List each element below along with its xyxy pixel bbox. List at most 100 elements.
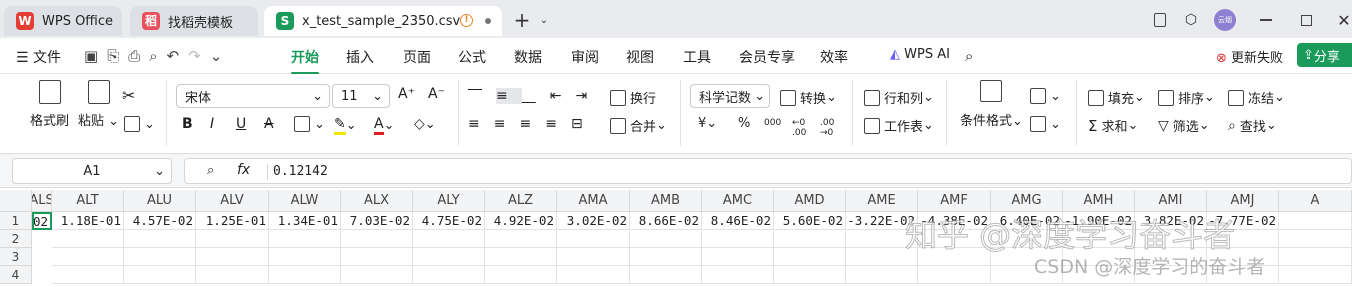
grid-cell[interactable] (341, 230, 413, 248)
rows-cols-button[interactable]: 行和列 ⌄ (864, 88, 934, 107)
column-header[interactable]: ALV (196, 190, 269, 212)
grid-cell[interactable]: 8.66E-02 (630, 212, 702, 230)
increase-decimal-icon[interactable]: ←0 .00 (792, 118, 816, 138)
format-brush-button[interactable]: 格式刷 (30, 80, 69, 129)
outdent-icon[interactable]: ⇤ (550, 88, 576, 104)
grid-cell[interactable] (630, 230, 702, 248)
column-header[interactable]: AMH (1063, 190, 1135, 212)
row-header[interactable]: 4 (0, 266, 32, 284)
tab-modified-dot-icon[interactable] (485, 18, 491, 24)
grid-cell[interactable]: 4.92E-02 (485, 212, 557, 230)
column-header[interactable]: AMI (1135, 190, 1207, 212)
align-top-icon[interactable]: ⎺ (468, 88, 496, 104)
column-header[interactable]: ALX (341, 190, 413, 212)
minimize-icon[interactable] (1256, 10, 1276, 30)
grid-cell[interactable]: 7.03E-02 (341, 212, 413, 230)
clear-button[interactable]: ◇ ⌄ (414, 116, 436, 132)
italic-icon[interactable]: I (210, 116, 214, 132)
window-layout-icon[interactable] (1150, 10, 1170, 30)
column-header[interactable]: ALS (32, 190, 52, 212)
thousands-icon[interactable]: 000 (764, 118, 781, 128)
column-header[interactable]: AME (846, 190, 918, 212)
grid-cell[interactable] (196, 230, 269, 248)
grid-cell[interactable]: 1.34E-01 (269, 212, 341, 230)
tab-page[interactable]: 页面 (403, 47, 431, 67)
grid-cell[interactable] (774, 230, 846, 248)
align-center-icon[interactable]: ≡ (494, 116, 520, 132)
grid-cell[interactable]: 3.02E-02 (557, 212, 630, 230)
grid-cell[interactable] (341, 266, 413, 284)
tab-list-chevron-icon[interactable]: ⌄ (534, 10, 554, 30)
freeze-button[interactable]: 冻结 ⌄ (1228, 88, 1285, 107)
grid-cell[interactable] (774, 266, 846, 284)
tab-member[interactable]: 会员专享 (739, 47, 795, 67)
fill-button[interactable]: 填充 ⌄ (1088, 88, 1145, 107)
grid-cell[interactable] (846, 266, 918, 284)
grid-cell[interactable] (485, 248, 557, 266)
update-failed-button[interactable]: ⊗ 更新失败 (1216, 47, 1283, 66)
font-name-select[interactable]: 宋体 ⌄ (176, 84, 330, 108)
currency-button[interactable]: ¥ ⌄ (698, 116, 717, 131)
fill-color-button[interactable]: ✎ ⌄ (334, 116, 357, 135)
file-menu[interactable]: ☰ 文件 (16, 47, 61, 67)
justify-icon[interactable]: ≡ (545, 116, 571, 132)
font-color-button[interactable]: A ⌄ (374, 116, 394, 135)
grid-cell[interactable]: 5.60E-02 (774, 212, 846, 230)
grid-cell[interactable] (630, 248, 702, 266)
column-header[interactable]: ALU (124, 190, 196, 212)
convert-button[interactable]: 转换 ⌄ (780, 88, 837, 107)
grid-cell[interactable] (52, 230, 124, 248)
column-header[interactable]: AMD (774, 190, 846, 212)
increase-font-icon[interactable]: A⁺ (398, 86, 415, 102)
grid-cell[interactable] (52, 266, 124, 284)
column-header[interactable]: ALY (413, 190, 485, 212)
decrease-font-icon[interactable]: A⁻ (428, 86, 445, 102)
column-header[interactable]: AMF (918, 190, 991, 212)
grid-cell[interactable] (341, 248, 413, 266)
grid-cell[interactable] (413, 248, 485, 266)
border-button[interactable]: ⌄ (294, 116, 325, 132)
grid-cell[interactable] (485, 266, 557, 284)
cell-selected[interactable]: 02 (32, 212, 52, 230)
grid-cell[interactable] (52, 248, 124, 266)
name-box[interactable]: A1 ⌄ (12, 158, 172, 184)
grid-cell[interactable] (124, 248, 196, 266)
align-right-icon[interactable]: ≡ (519, 116, 545, 132)
grid-cell[interactable] (557, 266, 630, 284)
cut-icon[interactable]: ✂ (122, 86, 135, 105)
fx-icon[interactable]: fx (237, 162, 250, 178)
worksheet-button[interactable]: 工作表 ⌄ (864, 116, 934, 135)
font-size-select[interactable]: 11 ⌄ (332, 84, 390, 108)
share-button[interactable]: ⇪ 分享 (1297, 43, 1352, 67)
grid-cell[interactable]: 4.75E-02 (413, 212, 485, 230)
grid-cell[interactable] (124, 266, 196, 284)
paste-button[interactable]: 粘贴 ⌄ (78, 80, 119, 129)
filter-button[interactable]: ▽ 筛选 ⌄ (1158, 116, 1210, 136)
grid-cell[interactable] (413, 266, 485, 284)
cell-style-button[interactable]: ⌄ (1030, 88, 1061, 104)
grid-cell[interactable] (557, 230, 630, 248)
grid-cell[interactable] (485, 230, 557, 248)
column-header[interactable]: ALZ (485, 190, 557, 212)
grid-cell[interactable] (413, 230, 485, 248)
print-preview-icon[interactable]: ⌕ (149, 47, 166, 65)
column-header[interactable]: AMJ (1207, 190, 1279, 212)
tab-home[interactable]: 开始 (291, 47, 319, 75)
column-header[interactable]: AMB (630, 190, 702, 212)
wps-ai-button[interactable]: ◭ WPS AI (890, 47, 950, 62)
grid-cell[interactable] (196, 266, 269, 284)
sum-button[interactable]: Σ 求和 ⌄ (1088, 116, 1138, 136)
grid-cell[interactable] (196, 248, 269, 266)
column-header[interactable]: AMG (991, 190, 1063, 212)
copy-button[interactable]: ⌄ (124, 116, 155, 132)
find-button[interactable]: ⌕ 查找 ⌄ (1228, 116, 1277, 136)
undo-icon[interactable]: ↶ (167, 47, 189, 65)
grid-cell[interactable] (702, 248, 774, 266)
tab-tools[interactable]: 工具 (683, 47, 711, 67)
more-chevron-icon[interactable]: ⌄ (210, 47, 232, 65)
grid-cell[interactable] (1279, 266, 1352, 284)
grid-cell[interactable] (269, 266, 341, 284)
grid-cell[interactable]: 1.25E-01 (196, 212, 269, 230)
tab-wps-office[interactable]: W WPS Office (4, 6, 122, 36)
distribute-icon[interactable]: ⊟ (571, 116, 597, 132)
